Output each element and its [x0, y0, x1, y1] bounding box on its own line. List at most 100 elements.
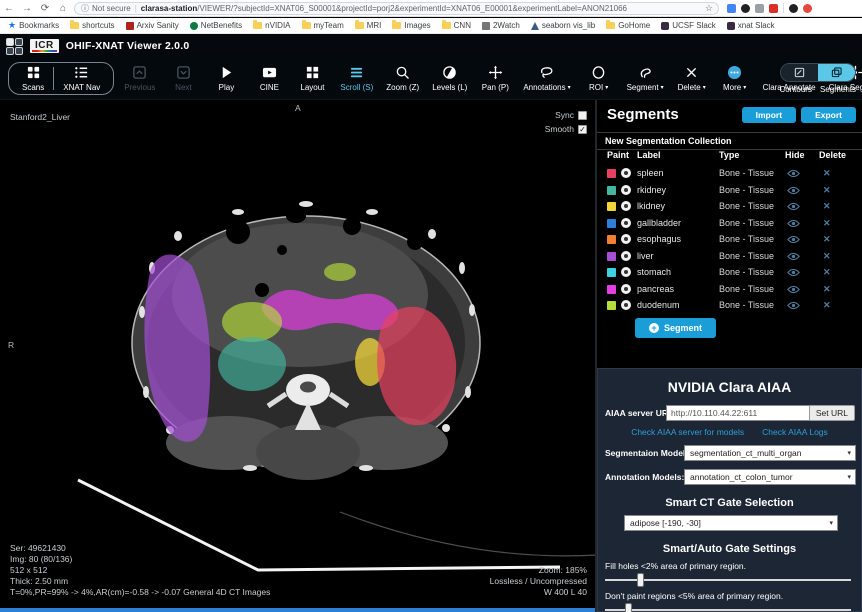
bookmark-item[interactable]: nVIDIA	[253, 21, 290, 30]
roi-button[interactable]: ROI▾	[584, 65, 614, 92]
url-bar[interactable]: ⓘ Not secure | clarasa-station/VIEWER/?s…	[74, 2, 719, 15]
segment-color-swatch[interactable]	[607, 252, 616, 261]
zoom-tool-button[interactable]: Zoom (Z)	[386, 65, 419, 92]
eye-icon[interactable]	[787, 186, 800, 195]
xnat-nav-button[interactable]: XNAT Nav	[54, 65, 109, 92]
bookmark-star-icon[interactable]: ☆	[705, 3, 713, 14]
segment-label[interactable]: liver	[637, 251, 654, 261]
segment-label[interactable]: esophagus	[637, 234, 681, 244]
segment-label[interactable]: pancreas	[637, 284, 674, 294]
segments-toggle-label[interactable]: Segments	[820, 85, 856, 94]
bookmark-item[interactable]: UCSF Slack	[661, 21, 716, 30]
play-button[interactable]: Play	[211, 65, 241, 92]
bookmark-item[interactable]: xnat Slack	[727, 21, 775, 30]
bookmark-item[interactable]: MRI	[355, 21, 382, 30]
eye-icon[interactable]	[787, 301, 800, 310]
segments-toggle-button[interactable]	[818, 64, 855, 81]
eye-icon[interactable]	[787, 285, 800, 294]
slice-scrollbar[interactable]	[0, 608, 597, 612]
segment-tool-button[interactable]: Segment▾	[627, 65, 664, 92]
delete-button[interactable]: Delete▾	[677, 65, 707, 92]
segment-label[interactable]: lkidney	[637, 201, 665, 211]
bookmark-item[interactable]: GoHome	[606, 21, 650, 30]
segment-color-swatch[interactable]	[607, 285, 616, 294]
annotation-model-select[interactable]: annotation_ct_colon_tumor ▾	[684, 469, 856, 485]
paint-icon[interactable]	[621, 234, 631, 244]
check-models-link[interactable]: Check AIAA server for models	[631, 427, 744, 437]
bookmark-item[interactable]: Images	[392, 21, 430, 30]
globe-extension-icon[interactable]	[741, 4, 750, 13]
eye-icon[interactable]	[787, 252, 800, 261]
eye-icon[interactable]	[787, 202, 800, 211]
segment-label[interactable]: stomach	[637, 267, 671, 277]
chrome-menu-icon[interactable]	[803, 4, 812, 13]
paint-icon[interactable]	[621, 168, 631, 178]
paint-icon[interactable]	[621, 251, 631, 261]
smooth-checkbox[interactable]: ✓	[578, 125, 587, 134]
delete-segment-icon[interactable]: ✕	[823, 234, 831, 245]
bookmark-item[interactable]: shortcuts	[70, 21, 114, 30]
segment-label[interactable]: spleen	[637, 168, 664, 178]
contours-toggle-label[interactable]: Contours	[780, 85, 812, 94]
segment-color-swatch[interactable]	[607, 301, 616, 310]
check-logs-link[interactable]: Check AIAA Logs	[762, 427, 828, 437]
scroll-tool-button[interactable]: Scroll (S)	[340, 65, 373, 92]
eye-icon[interactable]	[787, 235, 800, 244]
delete-segment-icon[interactable]: ✕	[823, 251, 831, 262]
segment-label[interactable]: rkidney	[637, 185, 666, 195]
paint-icon[interactable]	[621, 201, 631, 211]
segment-color-swatch[interactable]	[607, 169, 616, 178]
back-icon[interactable]: ←	[0, 3, 18, 14]
cine-button[interactable]: CINE	[254, 65, 284, 92]
eye-icon[interactable]	[787, 219, 800, 228]
more-button[interactable]: More▾	[720, 65, 750, 92]
eye-icon[interactable]	[787, 169, 800, 178]
scans-button[interactable]: Scans	[13, 65, 53, 92]
reload-icon[interactable]: ⟳	[36, 3, 54, 14]
ct-viewport[interactable]: Stanford2_Liver A R Sync Smooth ✓ Ser: 4…	[0, 100, 597, 612]
levels-tool-button[interactable]: Levels (L)	[432, 65, 467, 92]
segment-label[interactable]: duodenum	[637, 300, 680, 310]
delete-segment-icon[interactable]: ✕	[823, 185, 831, 196]
delete-segment-icon[interactable]: ✕	[823, 168, 831, 179]
annotations-button[interactable]: Annotations▾	[523, 65, 570, 92]
paint-icon[interactable]	[621, 300, 631, 310]
segment-color-swatch[interactable]	[607, 219, 616, 228]
site-info-icon[interactable]: ⓘ	[81, 3, 89, 14]
eye-icon[interactable]	[787, 268, 800, 277]
bookmark-item[interactable]: myTeam	[302, 21, 344, 30]
segment-color-swatch[interactable]	[607, 268, 616, 277]
bookmark-item[interactable]: NetBenefits	[190, 21, 242, 30]
paint-icon[interactable]	[621, 218, 631, 228]
segment-color-swatch[interactable]	[607, 235, 616, 244]
slider-handle[interactable]	[625, 603, 632, 612]
segmentation-model-select[interactable]: segmentation_ct_multi_organ ▾	[684, 445, 856, 461]
red-extension-icon[interactable]	[769, 4, 778, 13]
delete-segment-icon[interactable]: ✕	[823, 267, 831, 278]
bookmark-item[interactable]: Arxiv Sanity	[126, 21, 179, 30]
pan-tool-button[interactable]: Pan (P)	[480, 65, 510, 92]
forward-icon[interactable]: →	[18, 3, 36, 14]
gate-select[interactable]: adipose [-190, -30] ▾	[624, 515, 838, 531]
set-url-button[interactable]: Set URL	[809, 405, 855, 421]
bookmark-item[interactable]: seaborn vis_lib	[531, 21, 595, 30]
export-button[interactable]: Export	[801, 107, 856, 123]
add-segment-button[interactable]: + Segment	[635, 318, 716, 338]
delete-segment-icon[interactable]: ✕	[823, 284, 831, 295]
segment-color-swatch[interactable]	[607, 186, 616, 195]
grid-extension-icon[interactable]	[755, 4, 764, 13]
slider-handle[interactable]	[637, 573, 644, 587]
paint-icon[interactable]	[621, 185, 631, 195]
contours-toggle-button[interactable]	[781, 64, 818, 81]
fill-holes-slider[interactable]	[605, 573, 851, 587]
delete-segment-icon[interactable]: ✕	[823, 201, 831, 212]
sync-checkbox[interactable]	[578, 111, 587, 120]
bookmark-item[interactable]: ★Bookmarks	[8, 20, 59, 31]
dont-paint-slider[interactable]	[605, 603, 851, 612]
profile-avatar[interactable]	[789, 4, 798, 13]
segment-label[interactable]: gallbladder	[637, 218, 681, 228]
paint-icon[interactable]	[621, 284, 631, 294]
import-button[interactable]: Import	[742, 107, 796, 123]
segment-color-swatch[interactable]	[607, 202, 616, 211]
layout-button[interactable]: Layout	[297, 65, 327, 92]
